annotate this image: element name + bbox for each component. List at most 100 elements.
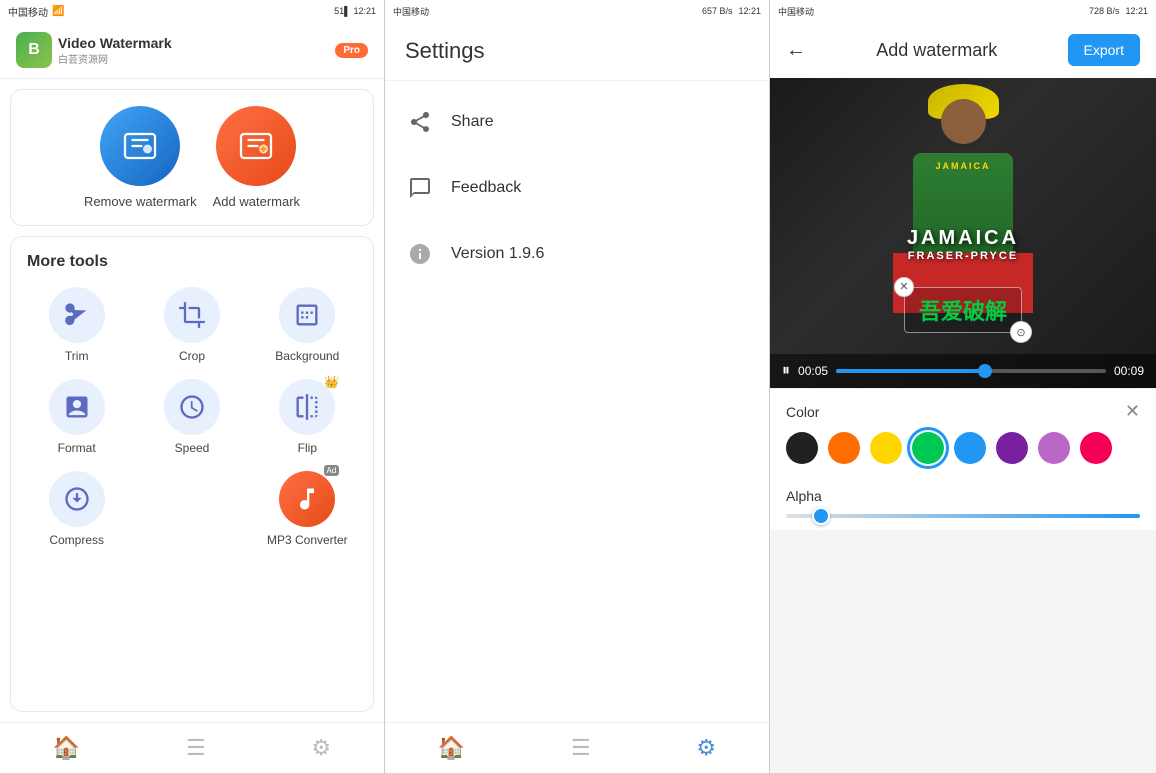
color-green[interactable] — [912, 432, 944, 464]
settings-nav-left[interactable]: ⚙ — [311, 735, 331, 761]
home-nav-left[interactable]: 🏠 — [53, 735, 80, 761]
color-black[interactable] — [786, 432, 818, 464]
status-left: 中国移动 📶 — [8, 4, 64, 19]
home-nav-settings[interactable]: 🏠 — [438, 735, 465, 761]
status-bar-settings: 中国移动 657 B/s 12:21 — [385, 0, 769, 22]
compress-button[interactable]: Compress — [27, 471, 126, 547]
total-time: 00:09 — [1114, 364, 1144, 378]
share-label: Share — [451, 113, 494, 131]
watermark-display: 吾爱破解 — [919, 299, 1007, 324]
menu-nav-settings[interactable]: ☰ — [571, 735, 591, 761]
remove-watermark-button[interactable]: Remove watermark — [84, 106, 197, 209]
athlete-background: JAMAICA JAMAICA FRASER-PRYCE 吾爱破解 ✕ — [770, 78, 1156, 388]
close-color-panel-button[interactable]: ✕ — [1125, 401, 1140, 422]
export-button[interactable]: Export — [1068, 34, 1140, 66]
status-bar-watermark: 中国移动 728 B/s 12:21 — [770, 0, 1156, 22]
jamaica-text: JAMAICA — [907, 227, 1019, 250]
app-logo: B Video Watermark 白芸资源网 — [16, 32, 172, 68]
color-orange[interactable] — [828, 432, 860, 464]
back-button[interactable]: ← — [786, 39, 806, 62]
background-label: Background — [275, 349, 339, 363]
version-item: Version 1.9.6 — [385, 221, 769, 287]
status-right-left: 51▌ 12:21 — [334, 6, 376, 16]
logo-icon: B — [16, 32, 52, 68]
version-label: Version 1.9.6 — [451, 245, 544, 263]
color-purple-light[interactable] — [1038, 432, 1070, 464]
watermark-panel: 中国移动 728 B/s 12:21 ← Add watermark Expor… — [770, 0, 1156, 773]
alpha-label: Alpha — [786, 488, 1140, 504]
app-title: Video Watermark — [58, 35, 172, 51]
crown-icon: 👑 — [324, 375, 339, 389]
pro-badge[interactable]: Pro — [335, 43, 368, 58]
crop-button[interactable]: Crop — [142, 287, 241, 363]
compress-label: Compress — [49, 533, 104, 547]
watermark-box[interactable]: 吾爱破解 ✕ ⊙ — [904, 287, 1022, 333]
bottom-nav-left: 🏠 ☰ ⚙ — [0, 722, 384, 773]
speed-label: Speed — [175, 441, 210, 455]
settings-title: Settings — [385, 22, 769, 81]
remove-watermark-label: Remove watermark — [84, 194, 197, 209]
add-watermark-button[interactable]: Add watermark — [213, 106, 300, 209]
add-watermark-icon — [216, 106, 296, 186]
current-time: 00:05 — [798, 364, 828, 378]
watermark-header: ← Add watermark Export — [770, 22, 1156, 78]
video-controls: ⏸ 00:05 00:09 — [770, 354, 1156, 388]
format-button[interactable]: Format — [27, 379, 126, 455]
ad-badge: Ad — [324, 465, 340, 476]
app-title-group: Video Watermark 白芸资源网 — [58, 35, 172, 66]
signal-bars-left: 📶 — [52, 6, 64, 17]
close-watermark-button[interactable]: ✕ — [894, 277, 914, 297]
more-tools-title: More tools — [27, 253, 357, 271]
trim-button[interactable]: Trim — [27, 287, 126, 363]
time-settings: 12:21 — [738, 6, 761, 16]
share-icon — [405, 107, 435, 137]
mp3-button[interactable]: Ad MP3 Converter — [258, 471, 357, 547]
resize-handle[interactable]: ⊙ — [1010, 321, 1032, 343]
status-right-settings: 657 B/s 12:21 — [702, 6, 761, 16]
color-blue[interactable] — [954, 432, 986, 464]
crop-label: Crop — [179, 349, 205, 363]
feedback-item[interactable]: Feedback — [385, 155, 769, 221]
trim-icon — [49, 287, 105, 343]
color-pink[interactable] — [1080, 432, 1112, 464]
alpha-panel: Alpha — [770, 476, 1156, 530]
head — [936, 94, 991, 149]
alpha-thumb[interactable] — [812, 507, 830, 525]
speed-button[interactable]: Speed — [142, 379, 241, 455]
color-panel: Color ✕ — [770, 388, 1156, 476]
crop-icon — [164, 287, 220, 343]
progress-thumb — [978, 364, 992, 378]
menu-nav-left[interactable]: ☰ — [186, 735, 206, 761]
speed-icon — [164, 379, 220, 435]
alpha-slider[interactable] — [786, 514, 1140, 518]
color-yellow[interactable] — [870, 432, 902, 464]
app-header: B Video Watermark 白芸资源网 Pro — [0, 22, 384, 79]
pause-button[interactable]: ⏸ — [782, 362, 790, 380]
face — [941, 99, 986, 144]
color-panel-label: Color — [786, 404, 819, 420]
flip-label: Flip — [298, 441, 317, 455]
background-button[interactable]: Background — [258, 287, 357, 363]
app-subtitle: 白芸资源网 — [58, 51, 172, 66]
logo-letter: B — [28, 41, 40, 59]
status-bar-left: 中国移动 📶 51▌ 12:21 — [0, 0, 384, 22]
background-icon — [279, 287, 335, 343]
flip-button[interactable]: 👑 Flip — [258, 379, 357, 455]
remove-watermark-icon — [100, 106, 180, 186]
left-panel: 中国移动 📶 51▌ 12:21 B Video Watermark 白芸资源网… — [0, 0, 385, 773]
watermark-inner: 吾爱破解 — [904, 287, 1022, 333]
progress-fill — [836, 369, 984, 373]
trim-label: Trim — [65, 349, 89, 363]
compress-icon — [49, 471, 105, 527]
add-watermark-label: Add watermark — [213, 194, 300, 209]
status-right-watermark: 728 B/s 12:21 — [1089, 6, 1148, 16]
color-purple-dark[interactable] — [996, 432, 1028, 464]
carrier-settings: 中国移动 — [393, 5, 429, 18]
settings-nav-settings[interactable]: ⚙ — [696, 735, 716, 761]
share-item[interactable]: Share — [385, 89, 769, 155]
flip-icon: 👑 — [279, 379, 335, 435]
more-tools-section: More tools Trim Crop — [10, 236, 374, 712]
version-icon — [405, 239, 435, 269]
tools-grid: Trim Crop Background — [27, 287, 357, 547]
progress-bar[interactable] — [836, 369, 1106, 373]
